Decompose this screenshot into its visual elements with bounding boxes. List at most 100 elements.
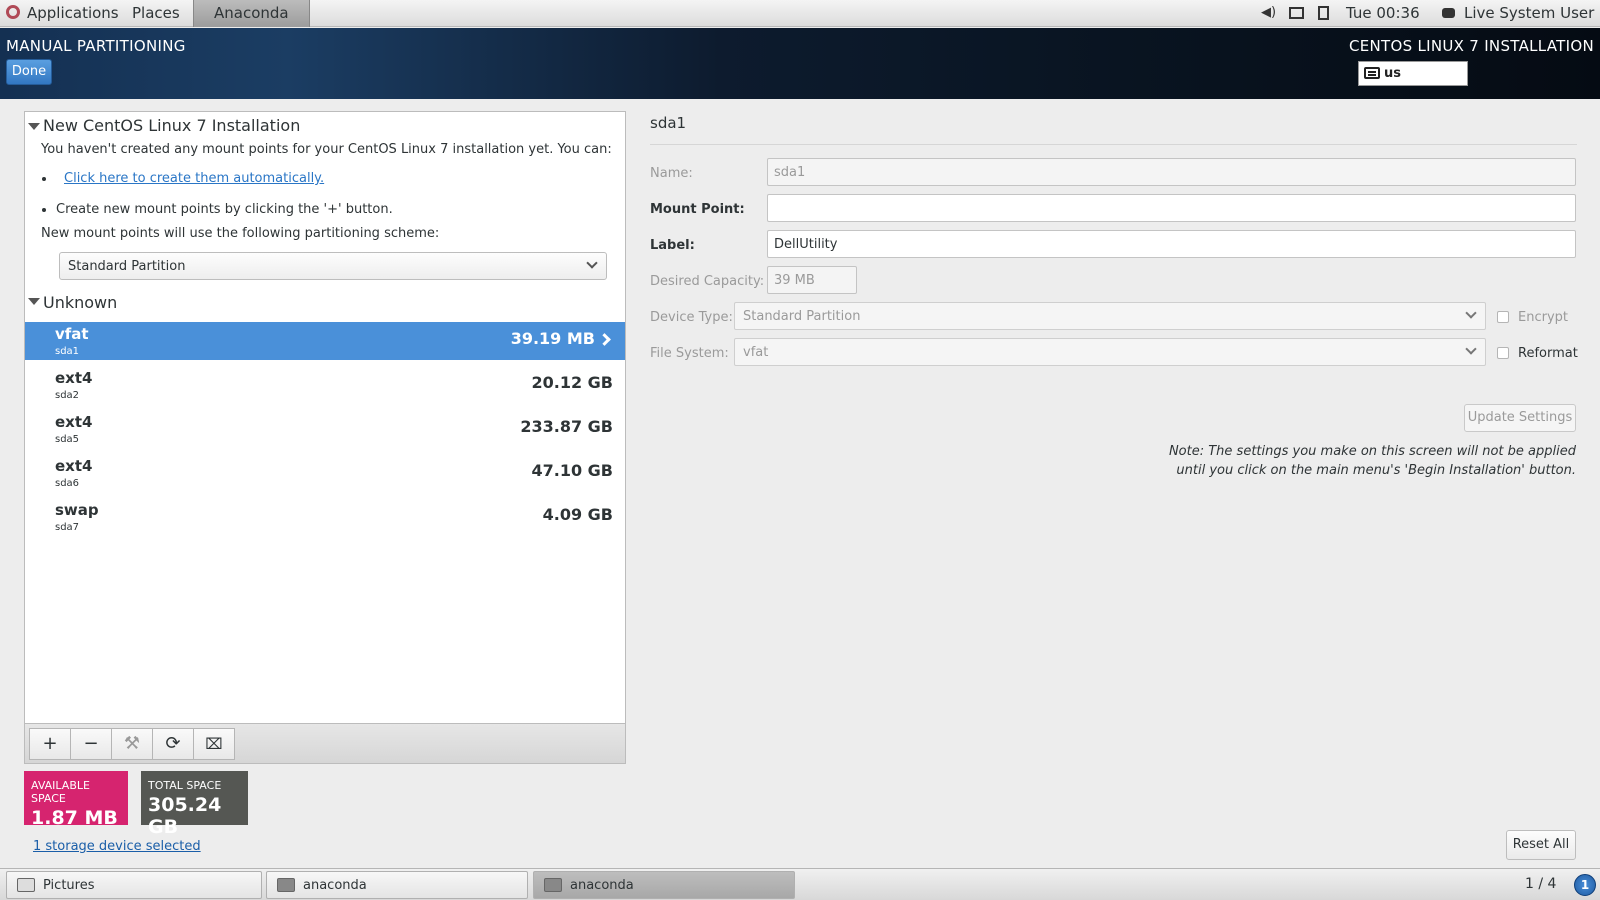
reset-all-button[interactable]: Reset All xyxy=(1506,830,1576,860)
bullet xyxy=(42,208,46,212)
refresh-button[interactable]: ⟳ xyxy=(152,728,194,760)
device-type-value: Standard Partition xyxy=(743,309,861,324)
partition-device: sda1 xyxy=(55,346,80,357)
reformat-checkbox[interactable] xyxy=(1497,347,1509,359)
product-title: CENTOS LINUX 7 INSTALLATION xyxy=(1348,37,1594,55)
bullet xyxy=(42,177,46,181)
total-space-box: TOTAL SPACE 305.24 GB xyxy=(141,771,248,838)
unknown-heading[interactable]: Unknown xyxy=(43,293,117,312)
partition-size: 39.19 MB xyxy=(510,329,595,348)
partition-fs: swap xyxy=(55,501,99,519)
label-label: Label: xyxy=(650,238,695,253)
collapse-triangle-icon[interactable] xyxy=(28,123,40,130)
keyboard-layout-label: us xyxy=(1384,66,1401,81)
name-label: Name: xyxy=(650,166,693,181)
partition-fs: vfat xyxy=(55,325,89,343)
device-type-label: Device Type: xyxy=(650,310,733,325)
collapse-triangle-icon[interactable] xyxy=(28,298,40,305)
file-system-value: vfat xyxy=(743,345,769,360)
chevron-down-icon xyxy=(1465,343,1477,355)
storage-summary-button[interactable]: ⌧ xyxy=(193,728,235,760)
task-anaconda-active[interactable]: anaconda xyxy=(533,871,795,899)
available-space-value: 1.87 MB xyxy=(31,807,118,829)
encrypt-checkbox[interactable] xyxy=(1497,311,1509,323)
partition-scheme-value: Standard Partition xyxy=(68,259,186,274)
partition-item-sda2[interactable]: ext4 sda2 20.12 GB xyxy=(25,366,625,404)
task-pictures[interactable]: Pictures xyxy=(6,871,262,899)
window-icon xyxy=(277,878,295,892)
applications-icon xyxy=(6,5,20,19)
active-window-menu[interactable]: Anaconda xyxy=(193,0,310,27)
partition-device: sda7 xyxy=(55,522,80,533)
add-mount-point-button[interactable]: + xyxy=(29,728,71,760)
partition-device: sda6 xyxy=(55,478,80,489)
file-system-label: File System: xyxy=(650,346,729,361)
remove-mount-point-button[interactable]: − xyxy=(70,728,112,760)
name-field[interactable]: sda1 xyxy=(767,158,1576,186)
partition-fs: ext4 xyxy=(55,413,93,431)
new-install-intro: You haven't created any mount points for… xyxy=(41,142,612,157)
chevron-down-icon xyxy=(586,257,598,269)
places-menu[interactable]: Places xyxy=(132,4,180,22)
desired-capacity-label: Desired Capacity: xyxy=(650,274,765,289)
keyboard-layout-indicator[interactable]: us xyxy=(1358,61,1468,86)
task-anaconda[interactable]: anaconda xyxy=(266,871,528,899)
note-line: Note: The settings you make on this scre… xyxy=(1168,444,1576,459)
selected-device-title: sda1 xyxy=(650,114,687,132)
task-label: anaconda xyxy=(570,878,634,893)
chevron-down-icon xyxy=(1465,307,1477,319)
partition-size: 47.10 GB xyxy=(531,461,613,480)
partition-size: 233.87 GB xyxy=(520,417,613,436)
partition-item-sda7[interactable]: swap sda7 4.09 GB xyxy=(25,498,625,536)
update-settings-button[interactable]: Update Settings xyxy=(1464,404,1576,432)
partition-fs: ext4 xyxy=(55,369,93,387)
auto-create-link[interactable]: Click here to create them automatically. xyxy=(64,171,324,186)
page-title: MANUAL PARTITIONING xyxy=(6,37,186,55)
volume-icon[interactable]: ◀) xyxy=(1261,6,1276,20)
partition-device: sda2 xyxy=(55,390,80,401)
network-icon[interactable] xyxy=(1289,7,1304,19)
partition-size: 20.12 GB xyxy=(531,373,613,392)
new-install-heading[interactable]: New CentOS Linux 7 Installation xyxy=(43,116,300,135)
partition-fs: ext4 xyxy=(55,457,93,475)
partition-toolbar: + − ⚒ ⟳ ⌧ xyxy=(25,723,625,763)
partition-item-sda1[interactable]: vfat sda1 39.19 MB xyxy=(25,322,625,360)
file-system-select[interactable]: vfat xyxy=(734,338,1486,366)
chevron-right-icon xyxy=(598,333,611,346)
settings-note: Note: The settings you make on this scre… xyxy=(1156,442,1576,480)
applications-menu[interactable]: Applications xyxy=(27,4,119,22)
partition-scheme-select[interactable]: Standard Partition xyxy=(59,252,607,280)
bottom-taskbar: Pictures anaconda anaconda 1 / 4 1 xyxy=(0,868,1600,900)
task-label: anaconda xyxy=(303,878,367,893)
reformat-label: Reformat xyxy=(1518,346,1578,361)
mount-point-panel: New CentOS Linux 7 Installation You have… xyxy=(24,111,626,764)
partition-item-sda6[interactable]: ext4 sda6 47.10 GB xyxy=(25,454,625,492)
label-field[interactable]: DellUtility xyxy=(767,230,1576,258)
scheme-text: New mount points will use the following … xyxy=(41,226,440,241)
note-line: until you click on the main menu's 'Begi… xyxy=(1176,463,1576,478)
clock[interactable]: Tue 00:36 xyxy=(1346,4,1420,22)
total-space-value: 305.24 GB xyxy=(148,794,222,838)
done-button[interactable]: Done xyxy=(6,59,52,85)
device-type-select[interactable]: Standard Partition xyxy=(734,302,1486,330)
storage-device-link[interactable]: 1 storage device selected xyxy=(33,839,201,854)
mount-point-field[interactable] xyxy=(767,194,1576,222)
configure-button[interactable]: ⚒ xyxy=(111,728,153,760)
desired-capacity-field[interactable]: 39 MB xyxy=(767,266,857,294)
partition-device: sda5 xyxy=(55,434,80,445)
clipboard-icon[interactable] xyxy=(1318,6,1329,20)
keyboard-icon xyxy=(1364,67,1380,79)
encrypt-label: Encrypt xyxy=(1518,310,1568,325)
available-space-box: AVAILABLE SPACE 1.87 MB xyxy=(24,771,128,829)
manual-hint: Create new mount points by clicking the … xyxy=(56,202,393,217)
total-space-label: TOTAL SPACE xyxy=(148,779,222,792)
window-icon xyxy=(17,878,35,892)
partition-item-sda5[interactable]: ext4 sda5 233.87 GB xyxy=(25,410,625,448)
hub-header: MANUAL PARTITIONING Done CENTOS LINUX 7 … xyxy=(0,28,1600,99)
task-label: Pictures xyxy=(43,878,95,893)
available-space-label: AVAILABLE SPACE xyxy=(31,779,90,805)
workspace-indicator[interactable]: 1 / 4 xyxy=(1525,876,1556,892)
notification-badge[interactable]: 1 xyxy=(1574,874,1596,896)
user-menu[interactable]: Live System User xyxy=(1464,4,1594,22)
divider xyxy=(650,144,1577,145)
